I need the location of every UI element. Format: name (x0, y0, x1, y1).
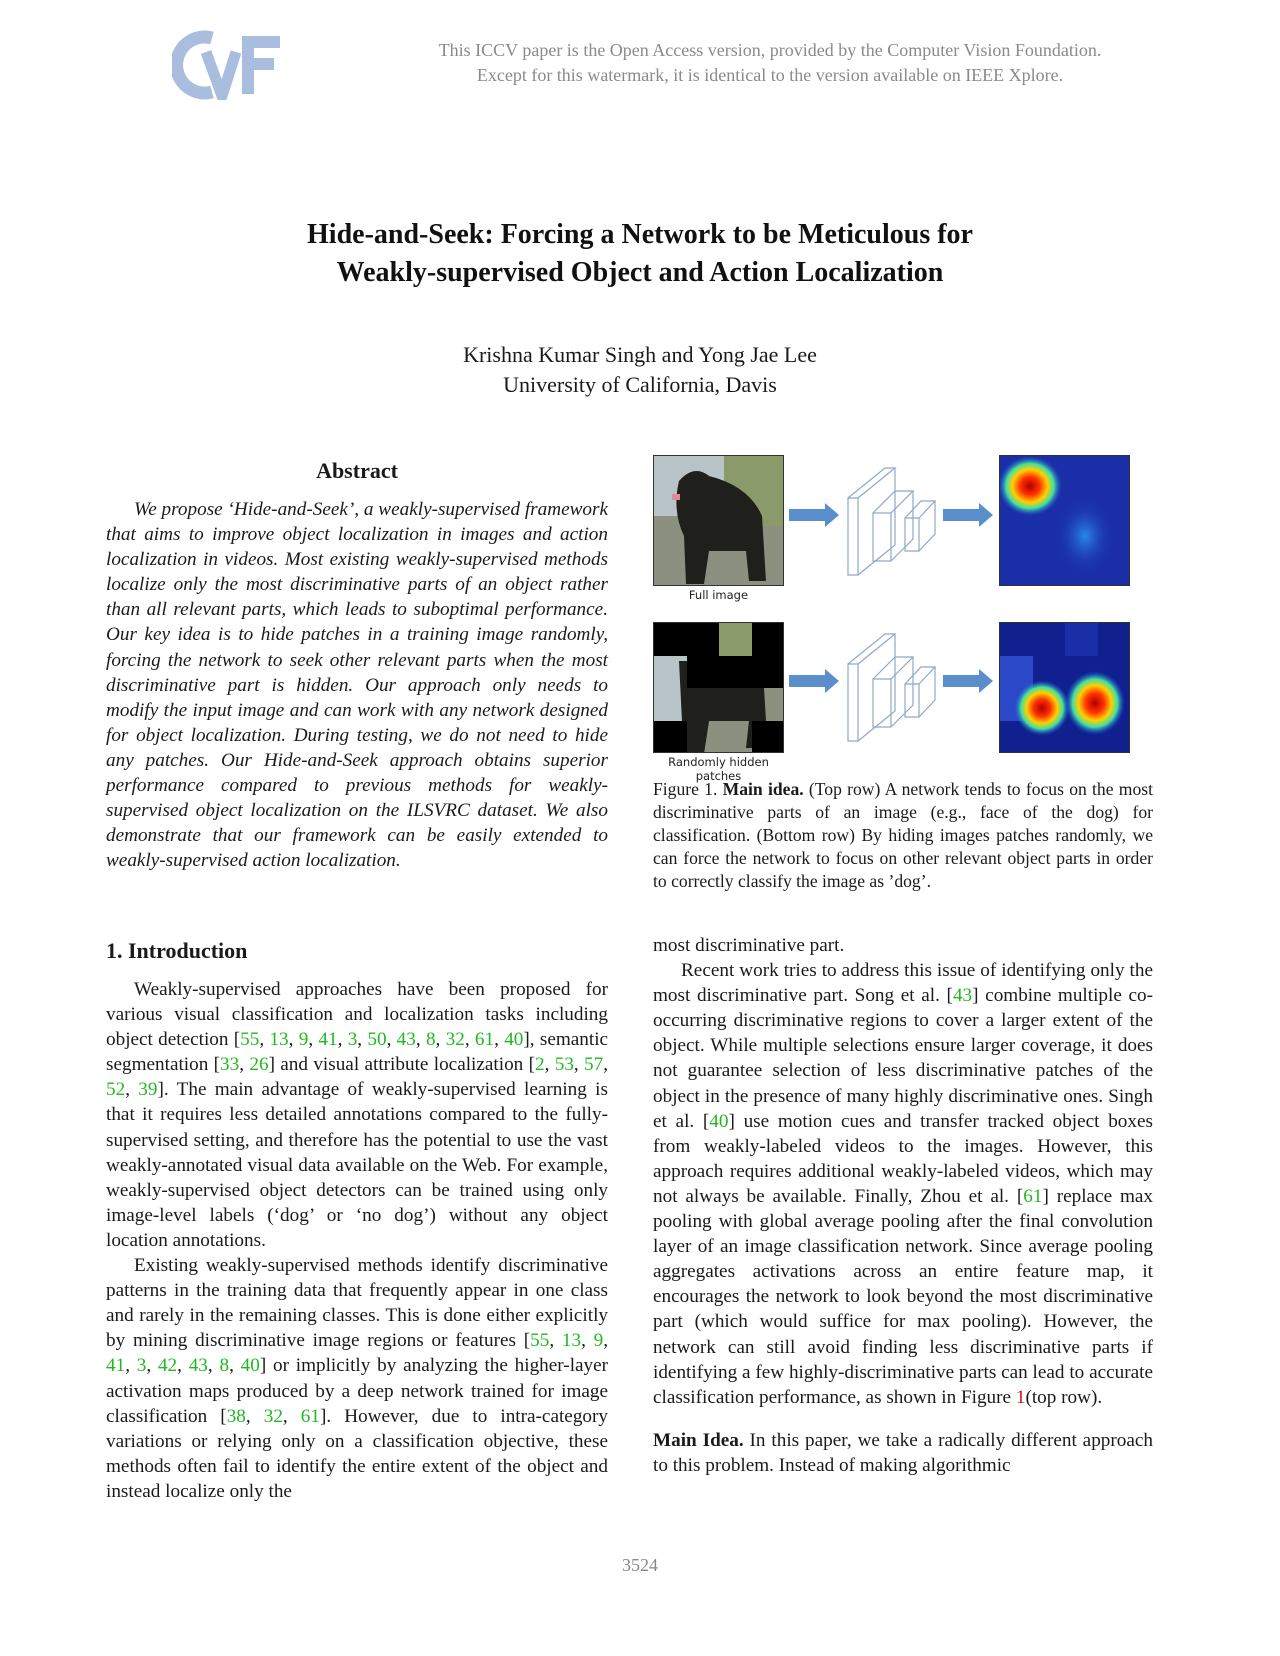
citation-link[interactable]: 41 (106, 1355, 125, 1376)
citation-link[interactable]: 13 (269, 1029, 288, 1050)
citation-link[interactable]: 55 (240, 1029, 259, 1050)
citation-link[interactable]: 39 (138, 1079, 157, 1100)
citation-link[interactable]: 50 (367, 1029, 386, 1050)
citation-link[interactable]: 13 (562, 1330, 581, 1351)
arrow-right-icon (943, 503, 993, 527)
citation-link[interactable]: 61 (1023, 1186, 1042, 1207)
intro-paragraph-2: Existing weakly-supervised methods ident… (106, 1255, 609, 1502)
citation-link[interactable]: 38 (227, 1406, 246, 1427)
heatmap-top (999, 455, 1130, 586)
citation-link[interactable]: 52 (106, 1079, 125, 1100)
cvf-logo-icon (172, 30, 280, 100)
citation-link[interactable]: 9 (299, 1029, 309, 1050)
citation-link[interactable]: 32 (264, 1406, 283, 1427)
arrow-right-icon (943, 669, 993, 693)
figure-1-caption: Figure 1. Main idea. (Top row) A network… (653, 778, 1153, 893)
cvf-watermark: This ICCV paper is the Open Access versi… (0, 30, 1280, 110)
citation-link[interactable]: 9 (594, 1330, 604, 1351)
dog-full-image (653, 455, 784, 586)
author-block: Krishna Kumar Singh and Yong Jae Lee Uni… (0, 340, 1280, 400)
abstract-text: We propose ‘Hide-and-Seek’, a weakly-sup… (106, 499, 608, 872)
arrow-right-icon (789, 669, 839, 693)
title-line-1: Hide-and-Seek: Forcing a Network to be M… (307, 219, 973, 250)
citation-link[interactable]: 32 (446, 1029, 465, 1050)
figure-1: Full image Randomly hidden patches (653, 455, 1153, 783)
citation-link[interactable]: 61 (475, 1029, 494, 1050)
watermark-line-2: Except for this watermark, it is identic… (476, 65, 1064, 85)
citation-link[interactable]: 40 (504, 1029, 523, 1050)
citation-link[interactable]: 55 (530, 1330, 549, 1351)
watermark-line-1: This ICCV paper is the Open Access versi… (438, 40, 1102, 60)
citation-link[interactable]: 42 (158, 1355, 177, 1376)
citation-link[interactable]: 33 (220, 1054, 239, 1075)
author-names: Krishna Kumar Singh and Yong Jae Lee (463, 342, 817, 367)
introduction-body: Weakly-supervised approaches have been p… (106, 977, 608, 1504)
citation-link[interactable]: 61 (301, 1406, 320, 1427)
main-idea-paragraph: Main Idea. In this paper, we take a radi… (653, 1428, 1153, 1478)
abstract-heading: Abstract (316, 458, 398, 483)
citation-link[interactable]: 3 (348, 1029, 358, 1050)
right-paragraph-1: Recent work tries to address this issue … (653, 960, 1153, 1408)
main-idea-label: Main Idea. (653, 1429, 744, 1451)
caption-bold: Main idea. (722, 779, 804, 799)
citation-link[interactable]: 43 (189, 1355, 208, 1376)
intro-paragraph-1: Weakly-supervised approaches have been p… (106, 979, 609, 1251)
citation-link[interactable]: 2 (535, 1054, 545, 1075)
page-number: 3524 (622, 1555, 658, 1575)
heatmap-bottom (999, 622, 1130, 753)
cnn-layers-icon (847, 633, 937, 742)
watermark-text: This ICCV paper is the Open Access versi… (330, 38, 1210, 88)
dog-hidden-patches-image (653, 622, 784, 753)
caption-prefix: Figure 1. (653, 779, 723, 799)
introduction-heading: 1. Introduction (106, 938, 248, 963)
citation-link[interactable]: 41 (318, 1029, 337, 1050)
citation-link[interactable]: 53 (555, 1054, 574, 1075)
continuation-text: most discriminative part. (653, 935, 845, 956)
citation-link[interactable]: 57 (584, 1054, 603, 1075)
arrow-right-icon (789, 503, 839, 527)
citation-link[interactable]: 40 (241, 1355, 260, 1376)
citation-link[interactable]: 40 (709, 1111, 728, 1132)
author-affiliation: University of California, Davis (503, 372, 777, 397)
citation-link[interactable]: 26 (249, 1054, 268, 1075)
citation-link[interactable]: 8 (219, 1355, 229, 1376)
citation-link[interactable]: 3 (137, 1355, 147, 1376)
citation-link[interactable]: 43 (397, 1029, 416, 1050)
paper-title: Hide-and-Seek: Forcing a Network to be M… (0, 216, 1280, 292)
label-full-image: Full image (688, 588, 749, 602)
right-column-body: most discriminative part. Recent work tr… (653, 933, 1153, 1478)
citation-link[interactable]: 43 (953, 985, 972, 1006)
cnn-layers-icon (847, 467, 937, 576)
title-line-2: Weakly-supervised Object and Action Loca… (336, 257, 944, 288)
figure-reference-link[interactable]: 1 (1016, 1387, 1026, 1408)
citation-link[interactable]: 8 (426, 1029, 436, 1050)
